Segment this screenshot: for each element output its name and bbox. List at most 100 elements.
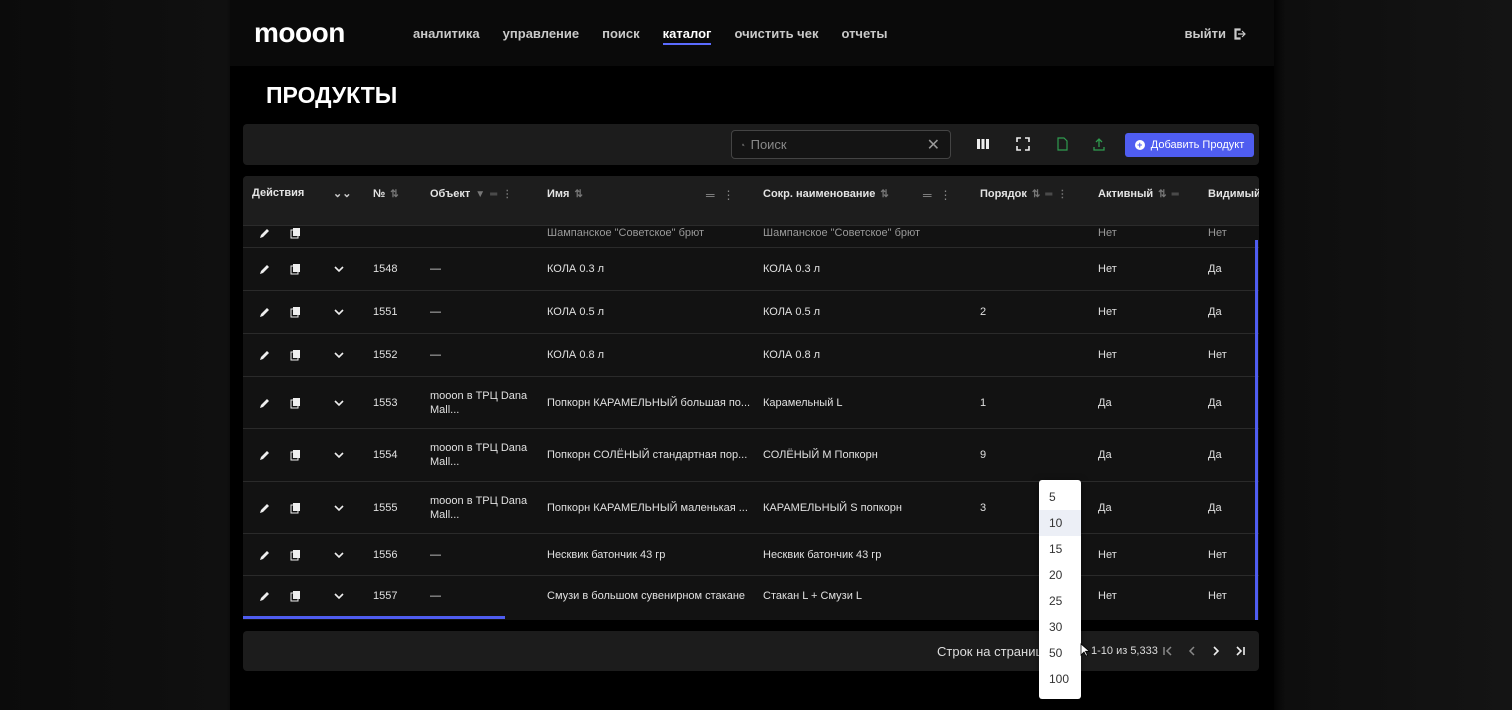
rows-option-25[interactable]: 25 — [1039, 588, 1081, 614]
edit-icon[interactable] — [259, 502, 271, 514]
last-page-icon[interactable] — [1233, 644, 1247, 658]
rows-per-page-dropdown: 5 10 15 20 25 30 50 100 — [1039, 480, 1081, 699]
mouse-cursor-icon — [1080, 643, 1090, 657]
header-active[interactable]: Активный ⇅ ═ — [1098, 188, 1179, 200]
sort-icon[interactable]: ⇅ — [390, 189, 398, 200]
expand-row-icon[interactable] — [333, 549, 345, 561]
rows-option-5[interactable]: 5 — [1039, 484, 1081, 510]
header-visible-label: Видимый — [1208, 188, 1259, 200]
expand-row-icon[interactable] — [333, 397, 345, 409]
cell-name: Смузи в большом сувенирном стакане — [547, 590, 746, 602]
cell-visible: Нет — [1208, 226, 1227, 239]
search-input[interactable] — [750, 137, 927, 152]
copy-icon[interactable] — [290, 449, 302, 461]
drag-icon[interactable]: ═ — [923, 188, 932, 202]
expand-row-icon[interactable] — [333, 306, 345, 318]
cell-active: Да — [1098, 396, 1112, 409]
drag-icon[interactable]: ═ — [706, 188, 715, 202]
header-visible[interactable]: Видимый — [1208, 188, 1259, 200]
short-name-column-tools[interactable]: ═ ⋮ — [923, 188, 952, 202]
cell-object: mooon в ТРЦ Dana Mall... — [430, 494, 528, 521]
search-box[interactable]: ✕ — [731, 130, 951, 159]
collapse-all-icon[interactable]: ⌄⌄ — [333, 187, 351, 200]
column-menu-icon[interactable]: ⋮ — [1057, 189, 1067, 200]
nav-clear-receipt[interactable]: очистить чек — [734, 26, 818, 45]
drag-icon[interactable]: ═ — [1172, 189, 1179, 200]
previous-page-icon[interactable] — [1185, 644, 1199, 658]
sort-icon[interactable]: ⇅ — [1158, 189, 1166, 200]
cell-visible: Нет — [1208, 548, 1227, 561]
expand-row-icon[interactable] — [333, 349, 345, 361]
copy-icon[interactable] — [290, 263, 302, 275]
filter-icon[interactable]: ▼ — [475, 189, 485, 200]
cell-name: Попкорн КАРАМЕЛЬНЫЙ большая по... — [547, 396, 751, 409]
column-menu-icon[interactable]: ⋮ — [723, 188, 735, 202]
expand-row-icon[interactable] — [333, 590, 345, 602]
table-row: 1548 — КОЛА 0.3 л КОЛА 0.3 л Нет Да — [243, 248, 1259, 291]
nav-search[interactable]: поиск — [602, 26, 640, 45]
copy-icon[interactable] — [290, 227, 302, 239]
clear-search-icon[interactable]: ✕ — [927, 135, 940, 155]
header-short-name[interactable]: Сокр. наименование ⇅ — [763, 188, 889, 200]
edit-icon[interactable] — [259, 306, 271, 318]
edit-icon[interactable] — [259, 549, 271, 561]
nav-analytics[interactable]: аналитика — [413, 26, 480, 45]
cell-object: — — [430, 590, 441, 602]
horizontal-scrollbar[interactable] — [243, 616, 505, 619]
rows-option-15[interactable]: 15 — [1039, 536, 1081, 562]
sort-icon[interactable]: ⇅ — [1032, 189, 1040, 200]
edit-icon[interactable] — [259, 263, 271, 275]
upload-icon[interactable] — [1092, 137, 1106, 151]
header-order[interactable]: Порядок ⇅ ═ ⋮ — [980, 188, 1067, 200]
edit-icon[interactable] — [259, 397, 271, 409]
nav-management[interactable]: управление — [503, 26, 579, 45]
expand-row-icon[interactable] — [333, 263, 345, 275]
rows-option-10[interactable]: 10 — [1039, 510, 1081, 536]
edit-icon[interactable] — [259, 590, 271, 602]
expand-row-icon[interactable] — [333, 449, 345, 461]
cell-object: mooon в ТРЦ Dana Mall... — [430, 389, 528, 416]
rows-option-30[interactable]: 30 — [1039, 614, 1081, 640]
edit-icon[interactable] — [259, 349, 271, 361]
header-object[interactable]: Объект ▼ ═ ⋮ — [430, 188, 512, 200]
vertical-scrollbar[interactable] — [1255, 240, 1258, 620]
copy-icon[interactable] — [290, 306, 302, 318]
columns-icon[interactable] — [976, 137, 990, 151]
column-menu-icon[interactable]: ⋮ — [940, 188, 952, 202]
copy-icon[interactable] — [290, 549, 302, 561]
cell-short-name: КОЛА 0.3 л — [763, 263, 821, 275]
rows-option-50[interactable]: 50 — [1039, 640, 1081, 666]
header-name[interactable]: Имя ⇅ — [547, 188, 583, 200]
copy-icon[interactable] — [290, 397, 302, 409]
rows-option-20[interactable]: 20 — [1039, 562, 1081, 588]
cell-active: Нет — [1098, 226, 1117, 239]
expand-row-icon[interactable] — [333, 502, 345, 514]
cell-visible: Да — [1208, 449, 1222, 461]
edit-icon[interactable] — [259, 227, 271, 239]
copy-icon[interactable] — [290, 502, 302, 514]
cell-name: КОЛА 0.3 л — [547, 263, 605, 275]
sort-icon[interactable]: ⇅ — [880, 189, 888, 200]
add-product-button[interactable]: + Добавить Продукт — [1125, 133, 1254, 157]
cell-number: 1548 — [373, 263, 398, 275]
edit-icon[interactable] — [259, 449, 271, 461]
cell-number: 1557 — [373, 590, 398, 602]
copy-icon[interactable] — [290, 590, 302, 602]
column-menu-icon[interactable]: ⋮ — [502, 189, 512, 200]
rows-option-100[interactable]: 100 — [1039, 666, 1081, 692]
copy-icon[interactable] — [290, 349, 302, 361]
next-page-icon[interactable] — [1209, 644, 1223, 658]
header-number[interactable]: № ⇅ — [373, 188, 399, 200]
nav-reports[interactable]: отчеты — [841, 26, 887, 45]
cell-object: — — [430, 548, 441, 561]
cell-number: 1554 — [373, 449, 398, 461]
first-page-icon[interactable] — [1161, 644, 1175, 658]
logout-button[interactable]: выйти — [1185, 26, 1246, 41]
sort-icon[interactable]: ⇅ — [574, 189, 582, 200]
name-column-tools[interactable]: ═ ⋮ — [706, 188, 735, 202]
drag-icon[interactable]: ═ — [490, 189, 497, 200]
nav-catalog[interactable]: каталог — [662, 26, 712, 45]
fullscreen-icon[interactable] — [1016, 137, 1030, 151]
drag-icon[interactable]: ═ — [1045, 189, 1052, 200]
export-excel-icon[interactable] — [1055, 137, 1069, 151]
